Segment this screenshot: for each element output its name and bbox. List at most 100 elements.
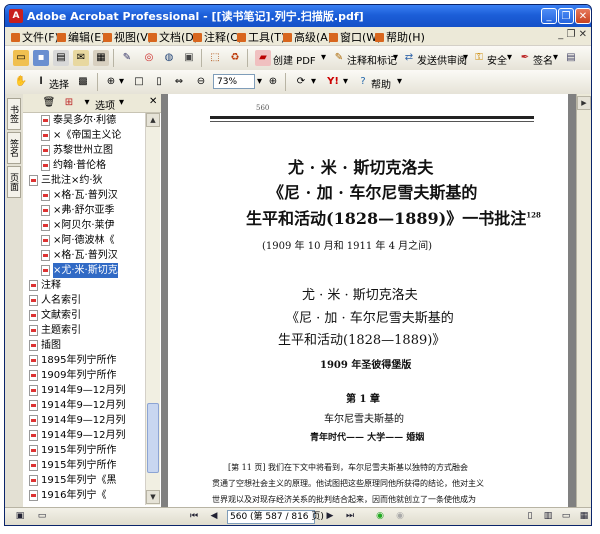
menu-tools[interactable]: 工具(T) — [237, 29, 285, 45]
hand-tool-icon[interactable]: ✋ — [13, 74, 29, 90]
create-pdf-dropdown[interactable]: ▾ — [321, 52, 326, 63]
email-icon[interactable]: ✉ — [73, 50, 89, 66]
yahoo-icon[interactable]: Y! — [325, 74, 341, 90]
bookmark-item[interactable]: ×弗·舒尔亚季 — [23, 203, 145, 218]
send-review-dropdown[interactable]: ▾ — [463, 52, 468, 63]
bookmark-item[interactable]: ×阿·德波林《 — [23, 233, 145, 248]
menu-document[interactable]: 文档(D) — [148, 29, 198, 45]
monitor-icon[interactable]: ▣ — [13, 510, 27, 523]
bookmark-item[interactable]: ×尤·米·斯切克 — [23, 263, 145, 278]
bookmarks-options-button[interactable]: 选项 — [95, 97, 115, 112]
help-button[interactable]: 帮助 — [371, 76, 391, 91]
facing-pages-icon[interactable]: ▭ — [559, 510, 573, 523]
bookmark-item[interactable]: 插图 — [23, 338, 145, 353]
single-page-icon[interactable]: ▯ — [523, 510, 537, 523]
scroll-thumb[interactable] — [147, 403, 159, 473]
zoom-in-icon[interactable]: ⊕ — [265, 74, 281, 90]
sign-button[interactable]: 签名 — [533, 52, 553, 67]
save-icon[interactable]: ▪ — [33, 50, 49, 66]
restore-button[interactable]: ❐ — [558, 8, 574, 24]
previous-page-icon[interactable]: ◀ — [207, 510, 221, 523]
send-review-button[interactable]: 发送供审阅 — [417, 52, 467, 67]
scroll-down-arrow-icon[interactable]: ▼ — [146, 490, 160, 504]
lock-document-icon[interactable]: ⬚ — [207, 50, 223, 66]
create-pdf-button[interactable]: 创建 PDF — [273, 52, 316, 67]
menu-advanced[interactable]: 高级(A) — [283, 29, 332, 45]
bookmark-item[interactable]: 1909年列宁所作 — [23, 368, 145, 383]
go-back-icon[interactable]: ◉ — [373, 510, 387, 523]
bookmark-item[interactable]: 三批注×约·狄 — [23, 173, 145, 188]
bookmark-item[interactable]: ×格·瓦·普列汉 — [23, 248, 145, 263]
menu-window[interactable]: 窗口(W) — [329, 29, 381, 45]
bookmark-item[interactable]: 1915年列宁《黑 — [23, 473, 145, 488]
menu-edit[interactable]: 编辑(E) — [57, 29, 106, 45]
scroll-up-arrow-icon[interactable]: ▲ — [146, 113, 160, 127]
bookmark-item[interactable]: 泰吴多尔·利德 — [23, 113, 145, 128]
bookmark-item[interactable]: 1914年9—12月列 — [23, 428, 145, 443]
bookmark-item[interactable]: ×格·瓦·普列汉 — [23, 188, 145, 203]
bookmark-item[interactable]: 人名索引 — [23, 293, 145, 308]
secure-dropdown[interactable]: ▾ — [507, 52, 512, 63]
menu-file[interactable]: 文件(F) — [11, 29, 59, 45]
new-bookmark-icon[interactable]: ⊞ — [61, 95, 77, 111]
continuous-page-icon[interactable]: ▥ — [541, 510, 555, 523]
comment-dropdown[interactable]: ▾ — [393, 52, 398, 63]
forms-icon[interactable]: ▤ — [563, 50, 579, 66]
bookmark-item[interactable]: 文献索引 — [23, 308, 145, 323]
delete-bookmark-icon[interactable]: 🗑 — [41, 95, 57, 111]
bookmark-item[interactable]: 苏黎世州立图 — [23, 143, 145, 158]
bookmark-item[interactable]: 1916年列宁《 — [23, 488, 145, 503]
bookmark-item[interactable]: 1914年9—12月列 — [23, 383, 145, 398]
continuous-facing-icon[interactable]: ▦ — [577, 510, 591, 523]
zoom-tool-dropdown[interactable]: ▾ — [119, 76, 124, 87]
secure-button[interactable]: 安全 — [487, 52, 507, 67]
organizer-icon[interactable]: ▦ — [93, 50, 109, 66]
bookmark-item[interactable]: 1895年列宁所作 — [23, 353, 145, 368]
fit-width-icon[interactable]: ⇔ — [171, 74, 187, 90]
attach-icon[interactable]: ✎ — [119, 50, 135, 66]
close-panel-icon[interactable]: ✕ — [149, 96, 157, 107]
zoom-in-tool-icon[interactable]: ⊕ — [103, 74, 119, 90]
bookmark-item[interactable]: 1914年9—12月列 — [23, 413, 145, 428]
actual-size-icon[interactable]: □ — [131, 74, 147, 90]
go-forward-icon[interactable]: ◉ — [393, 510, 407, 523]
fit-page-icon[interactable]: ▯ — [151, 74, 167, 90]
menu-comments[interactable]: 注释(C) — [193, 29, 242, 45]
document-window-controls[interactable]: _ ❐ ✕ — [558, 29, 587, 40]
camera-icon[interactable]: ▣ — [181, 50, 197, 66]
open-folder-icon[interactable]: ▭ — [13, 50, 29, 66]
first-page-icon[interactable]: ⏮ — [187, 510, 201, 523]
recycle-icon[interactable]: ♻ — [227, 50, 243, 66]
globe-icon[interactable]: ◍ — [161, 50, 177, 66]
zoom-out-icon[interactable]: ⊖ — [193, 74, 209, 90]
snapshot-icon[interactable]: ▩ — [75, 74, 91, 90]
bookmarks-options-dropdown[interactable]: ▾ — [119, 97, 124, 108]
next-page-icon[interactable]: ▶ — [323, 510, 337, 523]
menu-view[interactable]: 视图(V) — [103, 29, 152, 45]
close-button[interactable]: ✕ — [575, 8, 591, 24]
expand-panel-arrow-icon[interactable]: ▶ — [577, 96, 591, 110]
rotate-dropdown[interactable]: ▾ — [311, 76, 316, 87]
minimize-button[interactable]: _ — [541, 8, 557, 24]
tab-bookmarks[interactable]: 书签 — [7, 98, 21, 130]
print-icon[interactable]: ▤ — [53, 50, 69, 66]
last-page-icon[interactable]: ⏭ — [343, 510, 357, 523]
help-dropdown[interactable]: ▾ — [397, 76, 402, 87]
bookmark-item[interactable]: 1915年列宁所作 — [23, 458, 145, 473]
bookmark-item[interactable]: 注释 — [23, 278, 145, 293]
sign-dropdown[interactable]: ▾ — [553, 52, 558, 63]
menu-help[interactable]: 帮助(H) — [375, 29, 425, 45]
bookmark-item[interactable]: ×《帝国主义论 — [23, 128, 145, 143]
page-size-icon[interactable]: ▭ — [35, 510, 49, 523]
zoom-level-input[interactable]: 73% — [213, 74, 255, 89]
page-number-input[interactable]: 560 (第 587 / 816 页) — [227, 510, 324, 524]
bookmarks-scrollbar[interactable]: ▲ ▼ — [145, 113, 160, 505]
select-tool-button[interactable]: 选择 — [49, 76, 69, 91]
bookmark-item[interactable]: 1915年列宁所作 — [23, 443, 145, 458]
search-document-icon[interactable]: ◎ — [141, 50, 157, 66]
bookmark-item[interactable]: 1914年9—12月列 — [23, 398, 145, 413]
bookmark-item[interactable]: 主题索引 — [23, 323, 145, 338]
bookmark-item[interactable]: ×阿贝尔·莱伊 — [23, 218, 145, 233]
tab-pages[interactable]: 页面 — [7, 166, 21, 198]
zoom-level-dropdown[interactable]: ▾ — [257, 76, 262, 87]
